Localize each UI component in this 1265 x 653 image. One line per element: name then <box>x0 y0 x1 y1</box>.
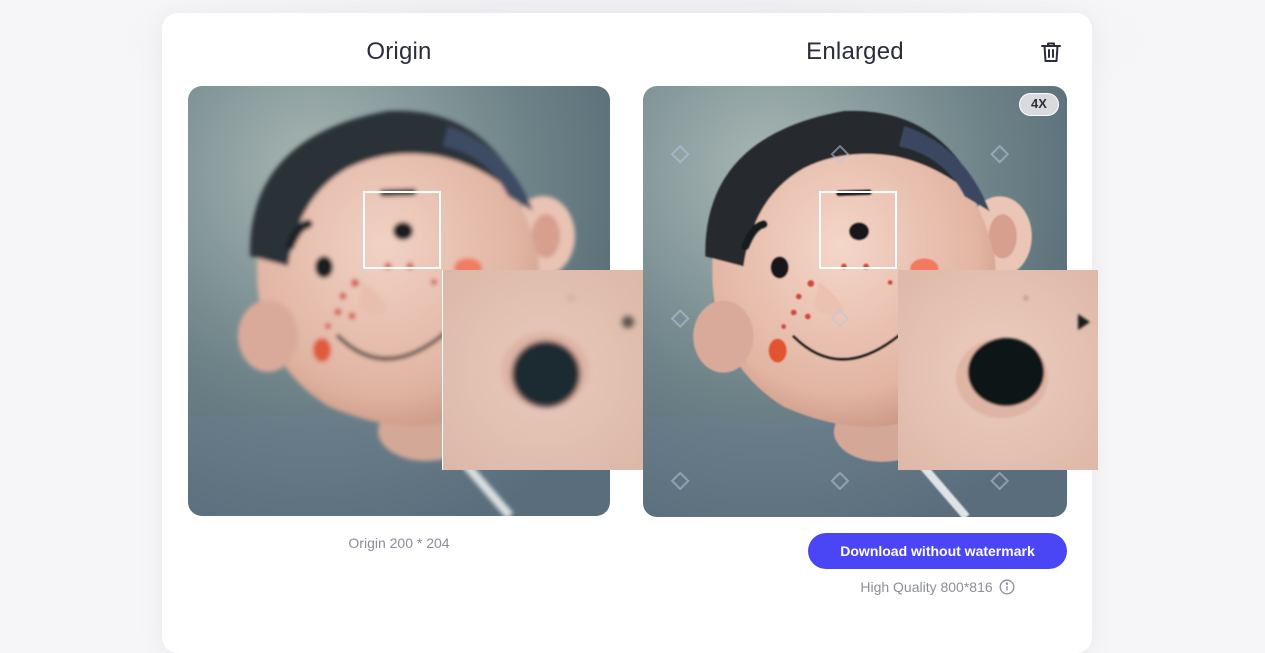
trash-icon[interactable] <box>1039 40 1063 64</box>
origin-size-label: Origin 200 * 204 <box>348 535 450 551</box>
download-without-watermark-button[interactable]: Download without watermark <box>808 533 1067 569</box>
info-icon[interactable] <box>999 579 1015 595</box>
quality-info: High Quality 800*816 <box>808 579 1067 595</box>
quality-label: High Quality 800*816 <box>860 579 993 595</box>
scale-badge: 4X <box>1019 93 1059 116</box>
origin-title: Origin <box>366 38 432 65</box>
origin-focus-box[interactable] <box>363 191 441 269</box>
enlarged-focus-box[interactable] <box>819 191 897 269</box>
enlarged-zoom-preview <box>898 270 1098 470</box>
origin-zoom-preview <box>442 270 643 470</box>
enlarged-title: Enlarged <box>806 38 904 65</box>
